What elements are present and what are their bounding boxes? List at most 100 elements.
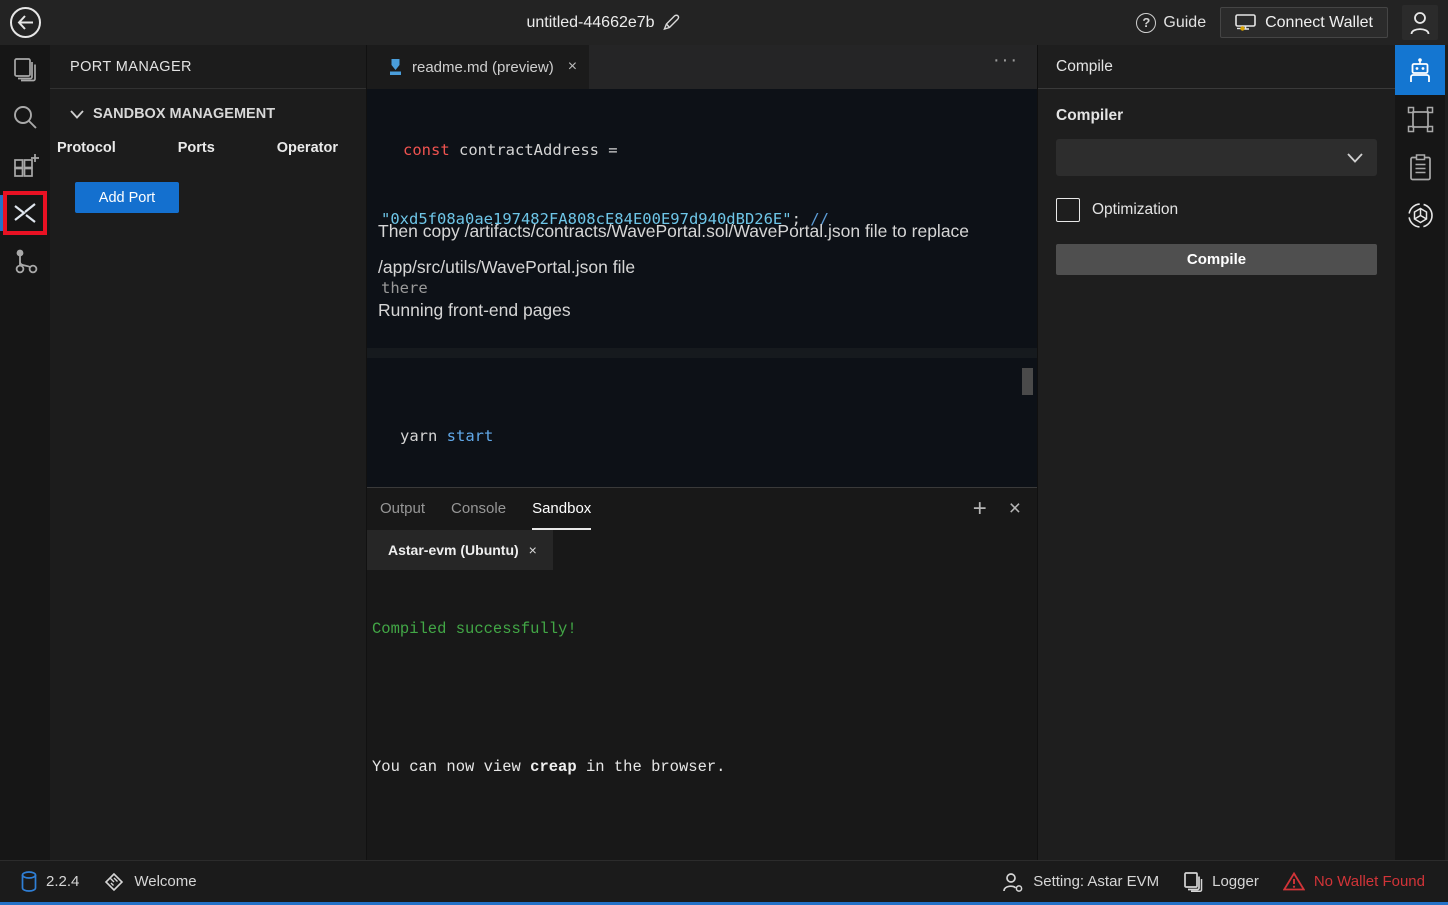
markdown-heading: Running front-end pages <box>378 300 571 321</box>
col-ports: Ports <box>178 140 215 156</box>
tab-label: readme.md (preview) <box>412 59 554 76</box>
subtab-close-icon[interactable]: × <box>529 542 537 558</box>
database-icon <box>21 871 37 892</box>
tab-output[interactable]: Output <box>380 488 425 530</box>
logger-item[interactable]: Logger <box>1176 871 1266 892</box>
add-port-button[interactable]: Add Port <box>75 182 179 213</box>
port-table-header: Protocol Ports Operator <box>50 136 366 160</box>
close-panel-icon[interactable]: × <box>1009 497 1021 521</box>
code-block-yarn-start: yarn start <box>367 348 1037 487</box>
tab-sandbox[interactable]: Sandbox <box>532 488 591 530</box>
project-title-group: untitled-44662e7b <box>526 0 679 45</box>
chevron-down-icon <box>1347 153 1363 163</box>
activity-scene-icon[interactable] <box>1395 95 1445 143</box>
main-area: PORT MANAGER SANDBOX MANAGEMENT Protocol… <box>0 45 1448 860</box>
logger-label: Logger <box>1212 873 1259 890</box>
guide-button[interactable]: ? Guide <box>1136 13 1206 33</box>
activity-port-manager-icon[interactable] <box>3 191 47 235</box>
right-activity-bar <box>1395 45 1445 860</box>
version-item[interactable]: 2.2.4 <box>14 871 86 892</box>
optimization-label: Optimization <box>1092 201 1178 219</box>
robot-icon <box>1407 57 1433 83</box>
terminal-line <box>372 825 1032 848</box>
help-icon: ? <box>1136 13 1156 33</box>
clipboard-icon <box>1409 154 1432 181</box>
markdown-preview: const contractAddress = "0xd5f08a0ae1974… <box>367 89 1037 487</box>
project-title: untitled-44662e7b <box>526 14 654 32</box>
statusbar: 2.2.4 Welcome Setting: Astar EVM <box>0 860 1448 905</box>
compiler-label: Compiler <box>1056 107 1377 125</box>
titlebar: untitled-44662e7b ? Guide Connect Wallet <box>0 0 1448 45</box>
optimization-checkbox[interactable] <box>1056 198 1080 222</box>
terminal-line <box>372 687 1032 710</box>
tab-close-icon[interactable]: × <box>568 58 577 76</box>
more-actions-icon[interactable]: ··· <box>993 49 1019 72</box>
terminal-line: You can now view creap in the browser. <box>372 756 1032 779</box>
editor-column: readme.md (preview) × ··· const contract… <box>367 45 1037 860</box>
logger-icon <box>1183 871 1203 892</box>
activity-clipboard-icon[interactable] <box>1395 143 1445 191</box>
subtab-label: Astar-evm (Ubuntu) <box>388 542 519 558</box>
panel-actions: + × <box>973 488 1021 530</box>
code-line: yarn start <box>400 425 1004 448</box>
tab-readme[interactable]: readme.md (preview) × <box>367 45 589 89</box>
git-branch-icon <box>13 248 38 275</box>
sidebar-title: PORT MANAGER <box>50 45 366 89</box>
connect-wallet-label: Connect Wallet <box>1265 14 1373 32</box>
activity-sandbox-icon[interactable] <box>0 141 50 189</box>
welcome-label: Welcome <box>134 873 196 890</box>
chevron-down-icon <box>70 110 84 119</box>
statusbar-right: Setting: Astar EVM Logger No Wallet Foun… <box>995 871 1432 892</box>
activity-files-icon[interactable] <box>0 45 50 93</box>
bottom-panel: Output Console Sandbox + × Astar-evm (Ub… <box>367 487 1037 905</box>
sandbox-management-section[interactable]: SANDBOX MANAGEMENT <box>50 89 366 136</box>
editor-scrollbar-thumb[interactable] <box>1022 368 1033 395</box>
connect-wallet-button[interactable]: Connect Wallet <box>1220 7 1388 38</box>
compile-panel-title: Compile <box>1038 45 1395 89</box>
setting-item[interactable]: Setting: Astar EVM <box>995 872 1166 892</box>
active-indicator <box>0 195 3 231</box>
editor-tabbar: readme.md (preview) × ··· <box>367 45 1037 89</box>
openai-icon <box>1407 202 1434 229</box>
profile-button[interactable] <box>1402 5 1438 40</box>
activity-robot-icon[interactable] <box>1395 45 1445 95</box>
activity-git-icon[interactable] <box>0 237 50 285</box>
col-operator: Operator <box>277 140 338 156</box>
compiler-select[interactable] <box>1056 139 1377 176</box>
activity-search-icon[interactable] <box>0 93 50 141</box>
titlebar-actions: ? Guide Connect Wallet <box>1136 0 1438 45</box>
subtab-astar-evm[interactable]: Astar-evm (Ubuntu) × <box>367 530 553 570</box>
left-activity-bar <box>0 45 50 860</box>
arrow-left-icon <box>17 15 34 30</box>
compile-button[interactable]: Compile <box>1056 244 1377 275</box>
welcome-item[interactable]: Welcome <box>96 871 203 893</box>
code-line: const contractAddress = <box>381 139 1023 162</box>
guide-label: Guide <box>1163 14 1206 32</box>
files-icon <box>12 56 38 82</box>
chainide-app: untitled-44662e7b ? Guide Connect Wallet <box>0 0 1448 905</box>
col-protocol: Protocol <box>57 140 116 156</box>
tab-console[interactable]: Console <box>451 488 506 530</box>
terminal-line: Compiled successfully! <box>372 618 1032 641</box>
version-label: 2.2.4 <box>46 873 79 890</box>
statusbar-left: 2.2.4 Welcome <box>14 871 204 893</box>
terminal-subtab-row: Astar-evm (Ubuntu) × <box>367 530 1037 570</box>
setting-label: Setting: Astar EVM <box>1033 873 1159 890</box>
optimization-row: Optimization <box>1056 198 1377 222</box>
wallet-warning-label: No Wallet Found <box>1314 873 1425 890</box>
handshake-icon <box>103 871 125 893</box>
terminal-output[interactable]: Compiled successfully! You can now view … <box>367 570 1037 905</box>
add-terminal-icon[interactable]: + <box>973 495 987 523</box>
edit-title-icon[interactable] <box>663 14 680 31</box>
object-frame-icon <box>1407 106 1434 133</box>
panel-tabbar: Output Console Sandbox + × <box>367 488 1037 530</box>
wallet-warning-item[interactable]: No Wallet Found <box>1276 872 1432 891</box>
grid-plus-icon <box>12 152 39 179</box>
warning-icon <box>1283 872 1305 891</box>
markdown-preview-icon <box>387 59 404 75</box>
person-settings-icon <box>1002 872 1024 892</box>
activity-openai-icon[interactable] <box>1395 191 1445 239</box>
search-icon <box>12 104 38 130</box>
back-button[interactable] <box>10 7 41 38</box>
port-manager-sidebar: PORT MANAGER SANDBOX MANAGEMENT Protocol… <box>50 45 367 860</box>
